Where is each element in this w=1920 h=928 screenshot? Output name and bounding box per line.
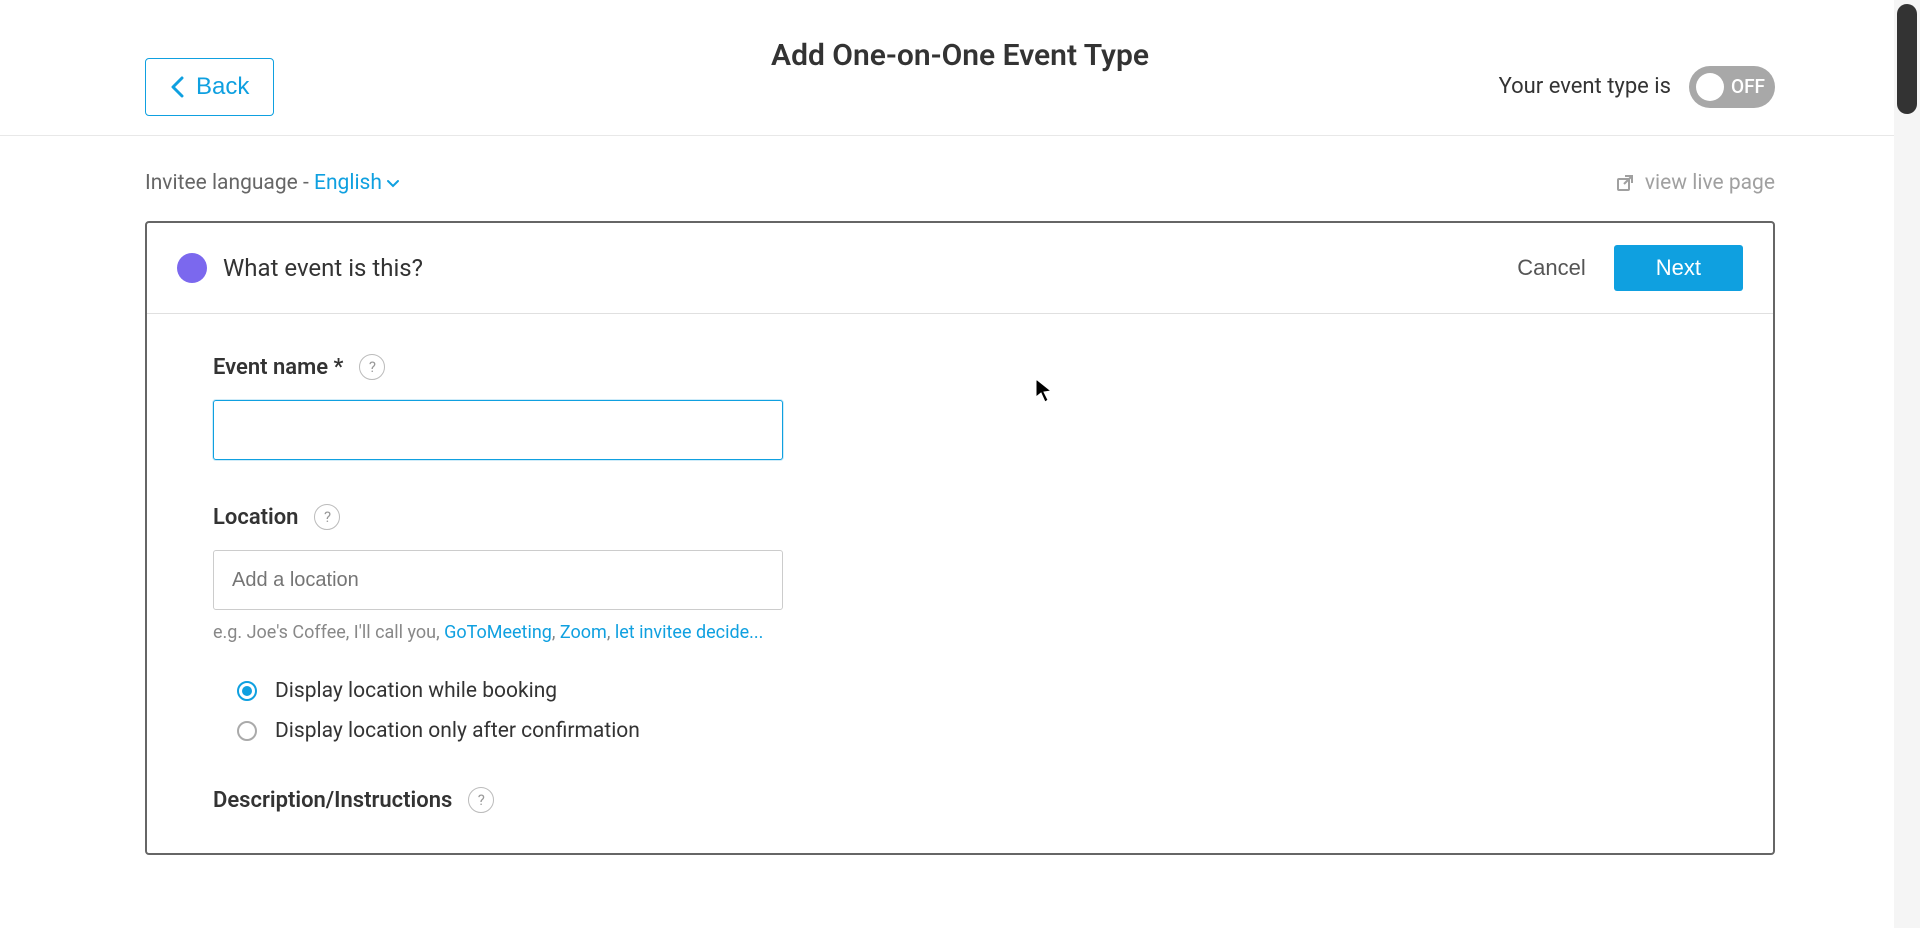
toggle-knob <box>1696 73 1724 101</box>
panel-body: Event name * ? Location ? e.g. Joe's Cof… <box>147 314 1773 853</box>
external-link-icon <box>1615 173 1635 193</box>
radio-display-confirm[interactable]: Display location only after confirmation <box>237 719 1707 743</box>
location-hint: e.g. Joe's Coffee, I'll call you, GoToMe… <box>213 622 1707 643</box>
next-button[interactable]: Next <box>1614 245 1743 291</box>
event-name-input[interactable] <box>213 400 783 460</box>
live-link-text: view live page <box>1645 171 1775 195</box>
description-label-row: Description/Instructions ? <box>213 787 1707 813</box>
toggle-state: OFF <box>1731 75 1765 98</box>
scrollbar-thumb[interactable] <box>1897 4 1917 114</box>
help-icon[interactable]: ? <box>314 504 340 530</box>
back-button[interactable]: Back <box>145 58 274 116</box>
scrollbar-track <box>1894 0 1920 928</box>
top-bar: Back Add One-on-One Event Type Your even… <box>0 0 1920 136</box>
location-label-row: Location ? <box>213 504 1707 530</box>
description-field: Description/Instructions ? <box>213 787 1707 813</box>
back-label: Back <box>196 73 249 101</box>
invitee-prefix: Invitee language - <box>145 171 314 195</box>
radio-icon <box>237 681 257 701</box>
event-name-label: Event name * <box>213 355 343 380</box>
location-input[interactable] <box>213 550 783 610</box>
help-icon[interactable]: ? <box>359 354 385 380</box>
description-label: Description/Instructions <box>213 788 452 813</box>
event-name-field: Event name * ? <box>213 354 1707 460</box>
view-live-page-link[interactable]: view live page <box>1615 171 1775 195</box>
location-field: Location ? e.g. Joe's Coffee, I'll call … <box>213 504 1707 743</box>
location-display-radio-group: Display location while booking Display l… <box>213 679 1707 743</box>
section-dot-icon <box>177 253 207 283</box>
zoom-link[interactable]: Zoom <box>560 622 607 643</box>
sub-bar: Invitee language - English view live pag… <box>0 136 1920 221</box>
chevron-down-icon <box>386 171 400 195</box>
invitee-language: Invitee language - English <box>145 171 400 195</box>
help-icon[interactable]: ? <box>468 787 494 813</box>
language-selector[interactable]: English <box>314 171 400 195</box>
page-title: Add One-on-One Event Type <box>771 38 1149 73</box>
event-type-toggle[interactable]: OFF <box>1689 66 1775 108</box>
event-panel: What event is this? Cancel Next Event na… <box>145 221 1775 855</box>
radio-label: Display location only after confirmation <box>275 719 640 743</box>
panel-header: What event is this? Cancel Next <box>147 223 1773 314</box>
chevron-left-icon <box>170 76 184 98</box>
event-type-toggle-wrap: Your event type is OFF <box>1499 66 1775 108</box>
location-label: Location <box>213 505 298 530</box>
radio-icon <box>237 721 257 741</box>
toggle-prefix: Your event type is <box>1499 74 1671 99</box>
section-heading: What event is this? <box>223 254 423 282</box>
event-name-label-row: Event name * ? <box>213 354 1707 380</box>
radio-label: Display location while booking <box>275 679 557 703</box>
hint-prefix: e.g. Joe's Coffee, I'll call you, <box>213 622 444 643</box>
invitee-decide-link[interactable]: let invitee decide... <box>615 622 764 643</box>
cancel-button[interactable]: Cancel <box>1495 245 1607 291</box>
gotomeeting-link[interactable]: GoToMeeting <box>444 622 552 643</box>
radio-display-booking[interactable]: Display location while booking <box>237 679 1707 703</box>
language-value: English <box>314 171 382 195</box>
